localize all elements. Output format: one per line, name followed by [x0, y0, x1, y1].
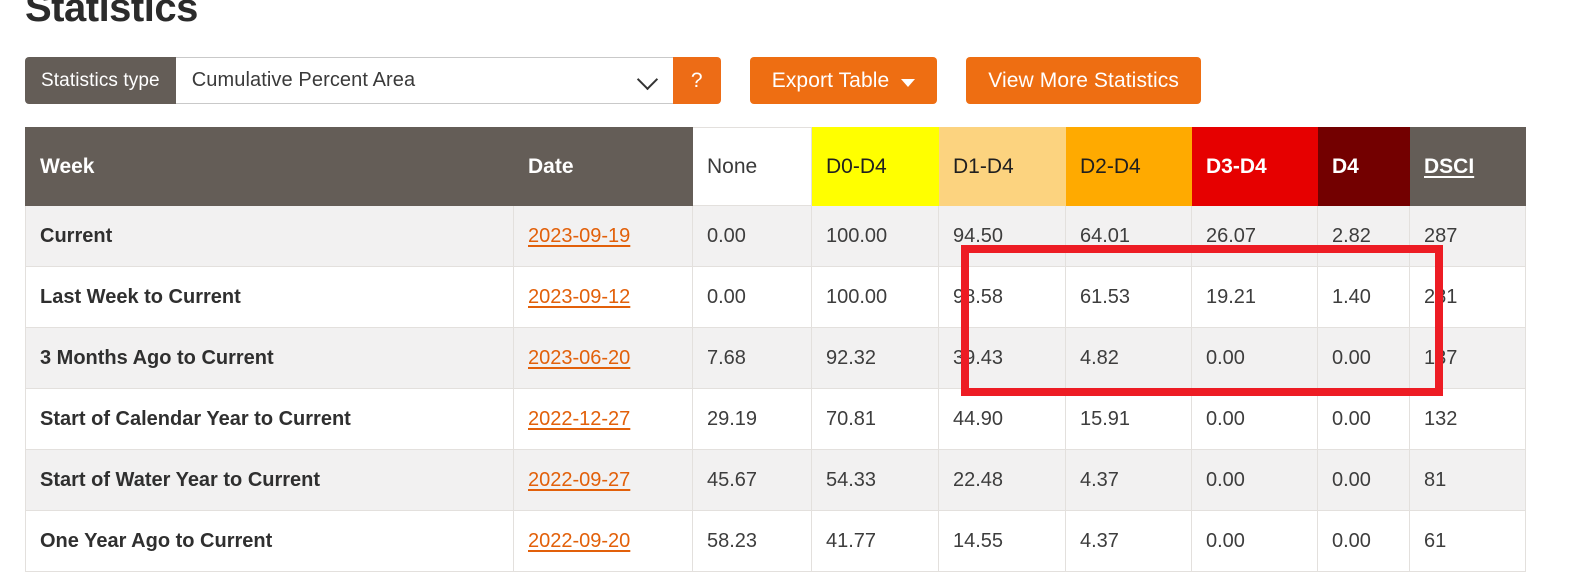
column-header-d0-d4[interactable]: D0-D4	[811, 127, 939, 206]
cell-dsci: 132	[1409, 388, 1526, 450]
cell-none: 0.00	[692, 205, 812, 267]
statistics-table: Week Date None D0-D4 D1-D4 D2-D4 D3-D4 D…	[25, 127, 1526, 572]
cell-d1: 94.50	[938, 205, 1066, 267]
statistics-table-wrapper: Week Date None D0-D4 D1-D4 D2-D4 D3-D4 D…	[25, 127, 1526, 572]
cell-d2: 4.37	[1065, 449, 1192, 511]
column-header-dsci[interactable]: DSCI	[1409, 127, 1526, 206]
cell-d4: 0.00	[1317, 449, 1410, 511]
cell-d2: 4.82	[1065, 327, 1192, 389]
statistics-page: Statistics Statistics type Cumulative Pe…	[0, 0, 1574, 575]
column-header-d4[interactable]: D4	[1317, 127, 1410, 206]
cell-d4: 0.00	[1317, 388, 1410, 450]
cell-week: Start of Water Year to Current	[25, 449, 514, 511]
cell-d0: 41.77	[811, 510, 939, 572]
cell-d2: 4.37	[1065, 510, 1192, 572]
view-more-statistics-button[interactable]: View More Statistics	[966, 57, 1201, 104]
chevron-down-icon	[636, 68, 658, 90]
cell-d2: 64.01	[1065, 205, 1192, 267]
cell-none: 58.23	[692, 510, 812, 572]
column-header-d3-d4[interactable]: D3-D4	[1191, 127, 1318, 206]
cell-d3: 0.00	[1191, 510, 1318, 572]
date-link[interactable]: 2023-06-20	[528, 347, 630, 369]
cell-week: 3 Months Ago to Current	[25, 327, 514, 389]
column-header-none[interactable]: None	[692, 127, 812, 206]
cell-d3: 19.21	[1191, 266, 1318, 328]
cell-d1: 98.58	[938, 266, 1066, 328]
cell-d4: 2.82	[1317, 205, 1410, 267]
cell-d0: 54.33	[811, 449, 939, 511]
cell-date: 2022-12-27	[513, 388, 693, 450]
cell-week: Start of Calendar Year to Current	[25, 388, 514, 450]
statistics-type-group: Statistics type Cumulative Percent Area …	[25, 57, 721, 104]
cell-dsci: 81	[1409, 449, 1526, 511]
help-button[interactable]: ?	[672, 57, 721, 104]
column-header-d1-d4[interactable]: D1-D4	[938, 127, 1066, 206]
page-title: Statistics	[25, 0, 198, 30]
table-header-row: Week Date None D0-D4 D1-D4 D2-D4 D3-D4 D…	[25, 127, 1526, 206]
date-link[interactable]: 2022-09-27	[528, 469, 630, 491]
cell-d3: 26.07	[1191, 205, 1318, 267]
cell-none: 0.00	[692, 266, 812, 328]
cell-d3: 0.00	[1191, 327, 1318, 389]
cell-date: 2022-09-20	[513, 510, 693, 572]
date-link[interactable]: 2023-09-12	[528, 286, 630, 308]
cell-week: One Year Ago to Current	[25, 510, 514, 572]
table-row: Start of Water Year to Current 2022-09-27…	[25, 449, 1526, 511]
column-header-d2-d4[interactable]: D2-D4	[1065, 127, 1192, 206]
table-body: Current 2023-09-19 0.00 100.00 94.50 64.01 26.…	[25, 205, 1526, 572]
cell-none: 29.19	[692, 388, 812, 450]
cell-none: 45.67	[692, 449, 812, 511]
cell-date: 2023-06-20	[513, 327, 693, 389]
date-link[interactable]: 2022-09-20	[528, 530, 630, 552]
toolbar: Statistics type Cumulative Percent Area …	[25, 57, 1201, 104]
caret-down-icon	[901, 78, 916, 87]
column-header-date[interactable]: Date	[513, 127, 693, 206]
cell-d2: 61.53	[1065, 266, 1192, 328]
cell-d4: 0.00	[1317, 327, 1410, 389]
statistics-type-label: Statistics type	[25, 57, 176, 104]
export-table-label: Export Table	[771, 68, 890, 92]
cell-dsci: 61	[1409, 510, 1526, 572]
export-table-button[interactable]: Export Table	[749, 57, 938, 104]
cell-d0: 100.00	[811, 205, 939, 267]
cell-dsci: 137	[1409, 327, 1526, 389]
dsci-link[interactable]: DSCI	[1424, 155, 1474, 178]
column-header-week[interactable]: Week	[25, 127, 514, 206]
cell-week: Current	[25, 205, 514, 267]
cell-dsci: 287	[1409, 205, 1526, 267]
cell-none: 7.68	[692, 327, 812, 389]
table-row: 3 Months Ago to Current 2023-06-20 7.68 92.…	[25, 327, 1526, 389]
cell-d0: 70.81	[811, 388, 939, 450]
statistics-type-select[interactable]: Cumulative Percent Area	[175, 57, 673, 104]
cell-date: 2023-09-12	[513, 266, 693, 328]
cell-d0: 92.32	[811, 327, 939, 389]
cell-dsci: 281	[1409, 266, 1526, 328]
table-row: Current 2023-09-19 0.00 100.00 94.50 64.01 26.…	[25, 205, 1526, 267]
table-row: Last Week to Current 2023-09-12 0.00 100.00…	[25, 266, 1526, 328]
cell-date: 2023-09-19	[513, 205, 693, 267]
cell-d0: 100.00	[811, 266, 939, 328]
cell-d3: 0.00	[1191, 449, 1318, 511]
statistics-type-value: Cumulative Percent Area	[191, 69, 416, 91]
cell-d1: 39.43	[938, 327, 1066, 389]
cell-d1: 22.48	[938, 449, 1066, 511]
cell-d1: 14.55	[938, 510, 1066, 572]
cell-d3: 0.00	[1191, 388, 1318, 450]
table-row: Start of Calendar Year to Current 2022-12…	[25, 388, 1526, 450]
date-link[interactable]: 2022-12-27	[528, 408, 630, 430]
cell-d4: 0.00	[1317, 510, 1410, 572]
cell-d4: 1.40	[1317, 266, 1410, 328]
cell-d1: 44.90	[938, 388, 1066, 450]
cell-week: Last Week to Current	[25, 266, 514, 328]
date-link[interactable]: 2023-09-19	[528, 225, 630, 247]
table-row: One Year Ago to Current 2022-09-20 58.23 41…	[25, 510, 1526, 572]
cell-d2: 15.91	[1065, 388, 1192, 450]
cell-date: 2022-09-27	[513, 449, 693, 511]
